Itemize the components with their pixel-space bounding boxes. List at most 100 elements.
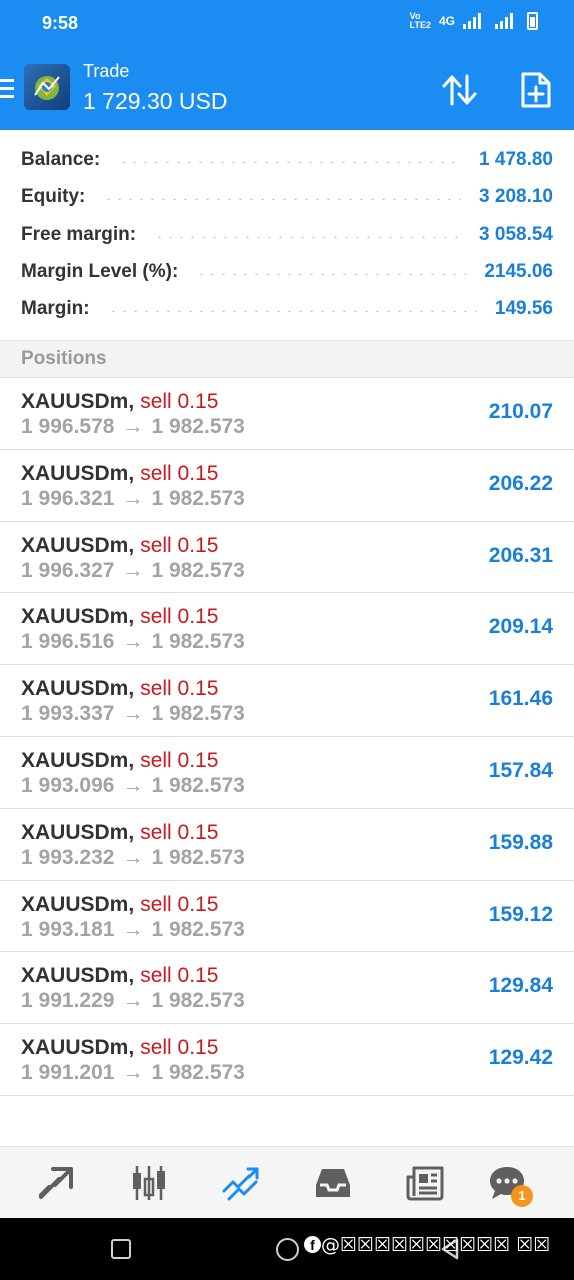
position-title: XAUUSDm, sell 0.15 bbox=[21, 1036, 219, 1060]
position-open-price: 1 996.327 bbox=[21, 558, 115, 582]
battery-icon bbox=[527, 12, 538, 30]
position-type: sell 0.15 bbox=[140, 820, 219, 844]
tab-news[interactable] bbox=[405, 1163, 445, 1203]
tab-trade[interactable] bbox=[221, 1163, 261, 1203]
summary-label: Balance: bbox=[21, 149, 101, 170]
arrow-right-icon: → bbox=[122, 702, 144, 726]
position-symbol: XAUUSDm bbox=[21, 533, 129, 557]
position-row[interactable]: XAUUSDm, sell 0.15 1 993.232 → 1 982.573 15… bbox=[0, 809, 574, 881]
position-profit: 159.88 bbox=[488, 830, 553, 854]
position-title: XAUUSDm, sell 0.15 bbox=[21, 461, 219, 485]
position-title: XAUUSDm, sell 0.15 bbox=[21, 605, 219, 629]
arrow-right-icon: → bbox=[122, 630, 144, 654]
position-current-price: 1 982.573 bbox=[151, 917, 245, 941]
arrow-right-icon: → bbox=[122, 415, 144, 438]
position-type: sell 0.15 bbox=[140, 390, 219, 413]
position-symbol: XAUUSDm bbox=[21, 605, 129, 629]
position-type: sell 0.15 bbox=[140, 533, 219, 557]
position-symbol: XAUUSDm bbox=[21, 461, 129, 485]
position-row[interactable]: XAUUSDm, sell 0.15 1 996.327 → 1 982.573 20… bbox=[0, 522, 574, 594]
position-current-price: 1 982.573 bbox=[151, 1061, 245, 1085]
position-title: XAUUSDm, sell 0.15 bbox=[21, 748, 219, 772]
position-type: sell 0.15 bbox=[140, 461, 219, 485]
page-title: Trade bbox=[83, 61, 130, 81]
position-row[interactable]: XAUUSDm, sell 0.15 1 996.321 → 1 982.573 20… bbox=[0, 450, 574, 522]
arrow-right-icon: → bbox=[122, 917, 144, 941]
position-symbol: XAUUSDm bbox=[21, 390, 129, 413]
summary-value: 2145.06 bbox=[484, 261, 553, 282]
position-prices: 1 996.578 → 1 982.573 bbox=[21, 415, 245, 439]
network-label: 4G bbox=[438, 14, 455, 28]
position-row[interactable]: XAUUSDm, sell 0.15 1 993.337 → 1 982.573 16… bbox=[0, 665, 574, 737]
position-row[interactable]: XAUUSDm, sell 0.15 1 993.096 → 1 982.573 15… bbox=[0, 737, 574, 809]
tab-chat[interactable]: 1 bbox=[487, 1163, 533, 1207]
watermark-text: @☒☒☒☒☒☒☒☒☒☒ ☒☒ bbox=[321, 1234, 551, 1256]
home-button[interactable] bbox=[276, 1238, 299, 1261]
position-title: XAUUSDm, sell 0.15 bbox=[21, 533, 219, 557]
history-inbox-icon bbox=[316, 1169, 350, 1197]
position-type: sell 0.15 bbox=[140, 892, 219, 916]
position-title: XAUUSDm, sell 0.15 bbox=[21, 892, 219, 916]
status-time: 9:58 bbox=[42, 13, 79, 33]
position-current-price: 1 982.573 bbox=[151, 989, 245, 1013]
summary-row-balance: Balance: 1 478.80 bbox=[21, 145, 553, 175]
position-profit: 206.31 bbox=[488, 543, 553, 567]
dotted-leader bbox=[107, 310, 477, 312]
position-symbol: XAUUSDm bbox=[21, 748, 129, 772]
position-row[interactable]: XAUUSDm, sell 0.15 1 991.201 → 1 982.573 12… bbox=[0, 1024, 574, 1096]
signal-icon bbox=[463, 13, 481, 29]
system-nav-bar: f @☒☒☒☒☒☒☒☒☒☒ ☒☒ bbox=[0, 1218, 574, 1280]
summary-value: 3 208.10 bbox=[479, 186, 553, 207]
position-prices: 1 993.096 → 1 982.573 bbox=[21, 774, 245, 798]
position-open-price: 1 996.321 bbox=[21, 486, 115, 510]
bottom-tab-bar: 1 bbox=[0, 1146, 574, 1218]
position-title: XAUUSDm, sell 0.15 bbox=[21, 390, 219, 413]
account-logo-icon[interactable] bbox=[24, 64, 70, 110]
status-icons: Vo LTE2 4G bbox=[410, 12, 538, 30]
summary-label: Margin Level (%): bbox=[21, 261, 179, 282]
summary-value: 149.56 bbox=[494, 298, 553, 319]
position-symbol: XAUUSDm bbox=[21, 820, 129, 844]
position-row[interactable]: XAUUSDm, sell 0.15 1 991.229 → 1 982.573 12… bbox=[0, 952, 574, 1025]
position-open-price: 1 993.181 bbox=[21, 917, 115, 941]
position-profit: 159.12 bbox=[488, 902, 553, 926]
position-row[interactable]: XAUUSDm, sell 0.15 1 993.181 → 1 982.573 15… bbox=[0, 881, 574, 953]
tab-quotes[interactable] bbox=[37, 1163, 77, 1203]
position-row[interactable]: XAUUSDm, sell 0.15 1 996.578 → 1 982.573 21… bbox=[0, 378, 574, 450]
positions-title: Positions bbox=[21, 348, 107, 369]
position-current-price: 1 982.573 bbox=[151, 845, 245, 869]
menu-icon[interactable] bbox=[0, 79, 14, 98]
position-symbol: XAUUSDm bbox=[21, 677, 129, 701]
tab-history[interactable] bbox=[313, 1163, 353, 1203]
position-profit: 129.84 bbox=[488, 974, 553, 998]
arrow-right-icon: → bbox=[122, 773, 144, 797]
tab-chart[interactable] bbox=[129, 1163, 169, 1203]
news-icon bbox=[406, 1166, 444, 1201]
position-open-price: 1 996.578 bbox=[21, 415, 115, 438]
position-open-price: 1 993.232 bbox=[21, 845, 115, 869]
positions-list: XAUUSDm, sell 0.15 1 996.578 → 1 982.573 21… bbox=[0, 378, 574, 1096]
dotted-leader bbox=[103, 198, 462, 200]
app-bar: Trade 1 729.30 USD bbox=[0, 48, 574, 130]
position-current-price: 1 982.573 bbox=[151, 702, 245, 726]
recents-button[interactable] bbox=[111, 1239, 131, 1259]
arrow-right-icon: → bbox=[122, 845, 144, 869]
position-type: sell 0.15 bbox=[140, 677, 219, 701]
summary-value: 3 058.54 bbox=[479, 224, 553, 245]
new-order-button[interactable] bbox=[518, 70, 554, 110]
summary-value: 1 478.80 bbox=[479, 149, 553, 170]
dotted-leader bbox=[196, 273, 467, 275]
arrow-right-icon: → bbox=[122, 558, 144, 582]
sort-arrows-icon bbox=[442, 74, 477, 106]
sort-button[interactable] bbox=[440, 70, 480, 110]
position-prices: 1 993.232 → 1 982.573 bbox=[21, 846, 245, 870]
position-profit: 210.07 bbox=[488, 400, 553, 423]
volte-icon: Vo LTE2 bbox=[409, 11, 431, 30]
position-prices: 1 991.229 → 1 982.573 bbox=[21, 989, 245, 1013]
position-symbol: XAUUSDm bbox=[21, 892, 129, 916]
position-row[interactable]: XAUUSDm, sell 0.15 1 996.516 → 1 982.573 20… bbox=[0, 593, 574, 666]
status-bar: 9:58 Vo LTE2 4G bbox=[0, 0, 574, 48]
position-type: sell 0.15 bbox=[140, 1036, 219, 1060]
notification-badge: 1 bbox=[511, 1185, 533, 1207]
position-title: XAUUSDm, sell 0.15 bbox=[21, 820, 219, 844]
